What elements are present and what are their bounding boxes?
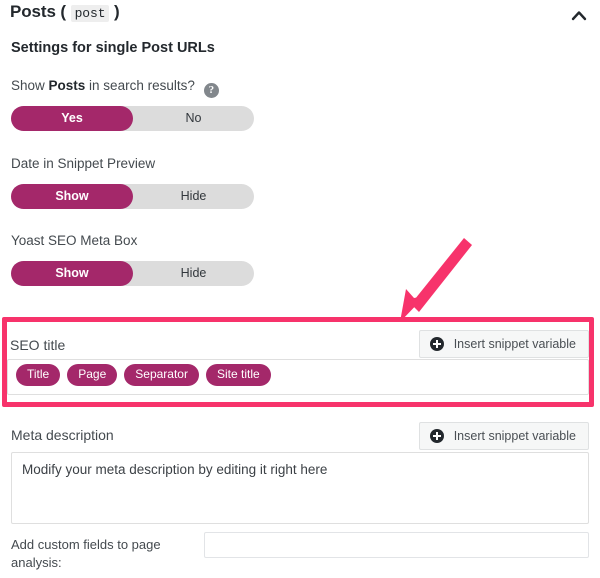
panel-header: Posts ( post ) — [0, 0, 600, 30]
snippet-chip-separator[interactable]: Separator — [124, 364, 199, 386]
page-title-text: Posts — [10, 2, 56, 21]
toggle-option-show-date[interactable]: Show — [11, 184, 133, 209]
snippet-chip-title[interactable]: Title — [16, 364, 61, 386]
seo-title-label: SEO title — [10, 337, 66, 353]
toggle-date-snippet[interactable]: Show Hide — [11, 184, 254, 209]
seo-title-section: SEO title Insert snippet variable Title … — [7, 322, 589, 402]
custom-fields-input[interactable] — [204, 532, 589, 558]
toggle-option-yes[interactable]: Yes — [11, 106, 133, 131]
date-snippet-label: Date in Snippet Preview — [11, 156, 156, 171]
chevron-up-icon[interactable] — [569, 6, 589, 26]
toggle-option-hide-metabox[interactable]: Hide — [133, 261, 254, 286]
toggle-option-show-metabox[interactable]: Show — [11, 261, 133, 286]
close-paren: ) — [114, 2, 120, 21]
snippet-variable-chips: Title Page Separator Site title — [16, 364, 271, 386]
insert-snippet-variable-button-title[interactable]: Insert snippet variable — [418, 330, 589, 358]
show-posts-label-strong: Posts — [48, 78, 86, 93]
plus-circle-icon — [429, 337, 444, 351]
show-posts-label-prefix: Show — [11, 78, 49, 93]
insert-snippet-variable-label-meta: Insert snippet variable — [453, 429, 576, 443]
open-paren: ( — [60, 2, 66, 21]
annotation-arrow-icon — [392, 234, 512, 326]
toggle-option-no[interactable]: No — [133, 106, 254, 131]
insert-snippet-variable-label-title: Insert snippet variable — [453, 337, 576, 351]
snippet-chip-page[interactable]: Page — [67, 364, 118, 386]
section-subtitle: Settings for single Post URLs — [11, 40, 215, 56]
plus-circle-icon — [429, 429, 444, 443]
meta-description-textarea[interactable] — [11, 452, 589, 524]
meta-box-label: Yoast SEO Meta Box — [11, 233, 138, 248]
seo-title-input[interactable]: Title Page Separator Site title — [7, 359, 589, 395]
page-title: Posts ( post ) — [10, 2, 120, 22]
toggle-meta-box[interactable]: Show Hide — [11, 261, 254, 286]
help-circle-icon[interactable]: ? — [203, 83, 219, 98]
toggle-option-hide-date[interactable]: Hide — [133, 184, 254, 209]
toggle-show-posts[interactable]: Yes No — [11, 106, 254, 131]
meta-description-label: Meta description — [11, 427, 114, 443]
insert-snippet-variable-button-meta[interactable]: Insert snippet variable — [418, 422, 589, 450]
show-posts-label-suffix: in search results? — [85, 78, 195, 93]
snippet-chip-site-title[interactable]: Site title — [205, 364, 271, 386]
post-type-slug: post — [70, 5, 110, 22]
custom-fields-label: Add custom fields to page analysis: — [11, 537, 161, 570]
show-posts-label: Show Posts in search results?? — [11, 78, 219, 98]
